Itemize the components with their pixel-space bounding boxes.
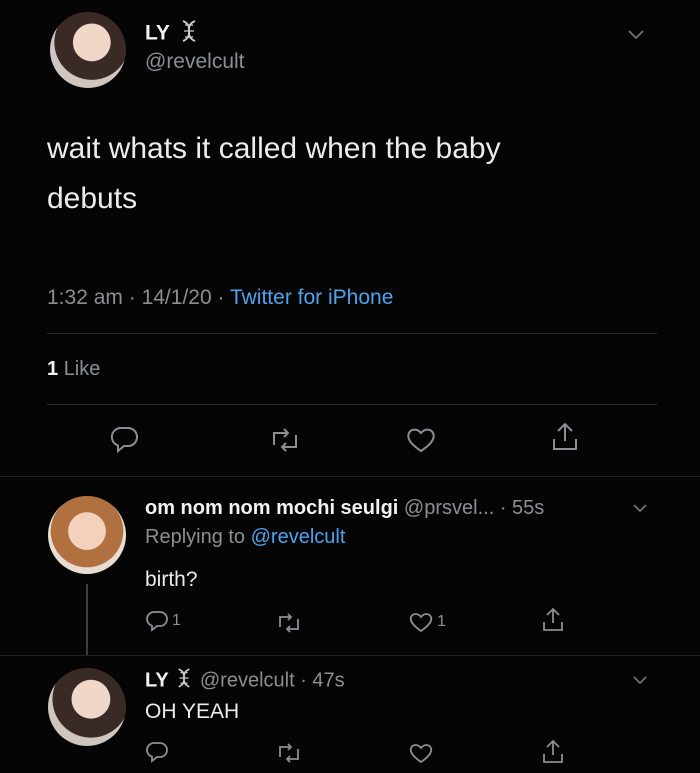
reply-icon[interactable] [108, 425, 140, 453]
chevron-down-icon[interactable] [632, 674, 648, 686]
replying-to-label: Replying to [145, 526, 246, 548]
tweet-meta: 1:32 am · 14/1/20 · Twitter for iPhone [47, 286, 393, 310]
share-icon[interactable] [540, 606, 566, 634]
thread-line [86, 584, 88, 656]
divider [0, 476, 700, 477]
like-icon[interactable] [408, 742, 434, 764]
reply1-text: birth? [145, 568, 198, 591]
reply2-time: · 47s [300, 669, 345, 692]
likes-summary[interactable]: 1 Like [47, 358, 100, 381]
avatar-ly[interactable] [48, 668, 126, 746]
reply1-replying-to: Replying to @revelcult [145, 526, 345, 549]
main-tweet-author: LY [145, 20, 198, 48]
reply2-text: OH YEAH [145, 700, 240, 723]
reply1-display-name[interactable]: om nom nom mochi seulgi [145, 497, 398, 519]
retweet-icon[interactable] [275, 742, 303, 764]
display-name[interactable]: LY [145, 22, 170, 45]
reply1-handle[interactable]: @prsvel... [404, 497, 494, 519]
reply2-header: LY @revelcult · 47s [145, 668, 345, 694]
reply1-time: · 55s [499, 497, 545, 519]
chevron-down-icon[interactable] [626, 28, 646, 42]
divider [0, 655, 700, 656]
tweet-text-line2: debuts [47, 182, 138, 215]
chevron-down-icon[interactable] [632, 502, 648, 514]
likes-label: Like [63, 358, 101, 380]
tweet-time: 1:32 am [47, 286, 123, 309]
retweet-icon[interactable] [275, 612, 303, 634]
reply2-display-name[interactable]: LY [145, 669, 169, 691]
divider [47, 333, 657, 334]
retweet-icon[interactable] [268, 427, 302, 453]
avatar-ly[interactable] [50, 12, 126, 88]
like-icon[interactable] [405, 426, 437, 454]
share-icon[interactable] [540, 738, 566, 766]
share-icon[interactable] [550, 421, 580, 453]
reply-icon[interactable] [145, 741, 169, 763]
reply2-handle[interactable]: @revelcult [200, 669, 295, 691]
tweet-source-link[interactable]: Twitter for iPhone [230, 286, 393, 309]
replying-to-handle[interactable]: @revelcult [251, 526, 346, 548]
reply-count: 1 [172, 612, 181, 629]
likes-count: 1 [47, 358, 59, 380]
tweet-date: 14/1/20 [141, 286, 212, 309]
tweet-text-line1: wait whats it called when the baby [47, 132, 501, 165]
reply-icon[interactable]: 1 [145, 610, 181, 632]
reply1-header: om nom nom mochi seulgi @prsvel... · 55s [145, 497, 544, 520]
meta-sep: · [128, 286, 136, 309]
divider [47, 404, 657, 405]
dna-emoji [176, 668, 192, 694]
like-count: 1 [437, 613, 446, 630]
like-icon[interactable]: 1 [408, 611, 446, 633]
dna-emoji [180, 20, 198, 48]
handle[interactable]: @revelcult [145, 50, 245, 74]
meta-sep: · [217, 286, 225, 309]
avatar-seulgi[interactable] [48, 496, 126, 574]
